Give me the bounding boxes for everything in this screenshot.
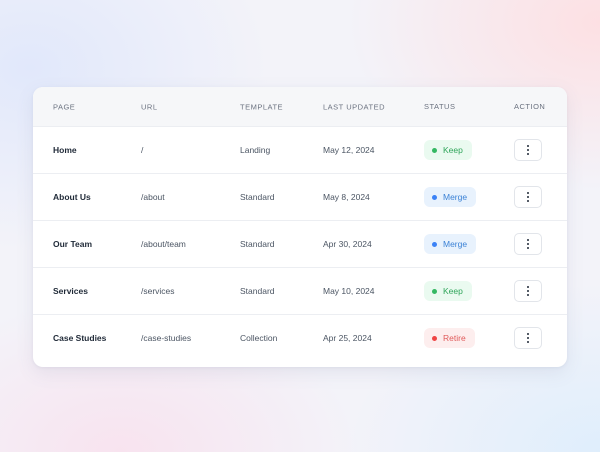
table-row: Our Team /about/team Standard Apr 30, 20… — [33, 220, 567, 267]
status-badge: Retire — [424, 328, 475, 348]
header-template: TEMPLATE — [240, 102, 284, 111]
page-url: /services — [141, 286, 175, 296]
page-url: /about — [141, 192, 165, 202]
status-dot-icon — [432, 288, 437, 294]
page-last-updated: May 12, 2024 — [323, 145, 375, 155]
page-template: Standard — [240, 239, 275, 249]
header-action: ACTION — [514, 102, 546, 111]
page-last-updated: Apr 25, 2024 — [323, 333, 372, 343]
page-url: /case-studies — [141, 333, 192, 343]
status-badge: Merge — [424, 187, 477, 207]
header-url: URL — [141, 102, 158, 111]
table-row: Services /services Standard May 10, 2024… — [33, 267, 567, 314]
status-dot-icon — [432, 335, 437, 341]
status-label: Keep — [443, 286, 463, 296]
page-name: Our Team — [53, 239, 93, 249]
status-label: Merge — [443, 192, 468, 202]
table-header: PAGE URL TEMPLATE LAST UPDATED STATUS AC… — [33, 87, 567, 126]
page-template: Landing — [240, 145, 271, 155]
page-name: Services — [53, 286, 88, 296]
more-vertical-icon — [526, 286, 530, 296]
row-action-button[interactable] — [514, 280, 542, 302]
status-badge: Merge — [424, 234, 477, 254]
page-template: Standard — [240, 286, 275, 296]
pages-table-card: PAGE URL TEMPLATE LAST UPDATED STATUS AC… — [33, 87, 567, 367]
header-last-updated: LAST UPDATED — [323, 102, 385, 111]
page-name: Case Studies — [53, 333, 107, 343]
table-row: Case Studies /case-studies Collection Ap… — [33, 314, 567, 361]
header-page: PAGE — [53, 102, 76, 111]
page-name: About Us — [53, 192, 91, 202]
more-vertical-icon — [526, 145, 530, 155]
header-status: STATUS — [424, 102, 456, 111]
status-dot-icon — [432, 147, 437, 153]
page-last-updated: Apr 30, 2024 — [323, 239, 372, 249]
row-action-button[interactable] — [514, 327, 542, 349]
more-vertical-icon — [526, 239, 530, 249]
page-last-updated: May 8, 2024 — [323, 192, 370, 202]
row-action-button[interactable] — [514, 139, 542, 161]
page-url: / — [141, 145, 144, 155]
page-template: Collection — [240, 333, 278, 343]
row-action-button[interactable] — [514, 233, 542, 255]
status-badge: Keep — [424, 140, 472, 160]
page-template: Standard — [240, 192, 275, 202]
table-row: Home / Landing May 12, 2024 Keep — [33, 126, 567, 173]
row-action-button[interactable] — [514, 186, 542, 208]
status-badge: Keep — [424, 281, 472, 301]
more-vertical-icon — [526, 333, 530, 343]
page-name: Home — [53, 145, 77, 155]
status-dot-icon — [432, 241, 437, 247]
page-url: /about/team — [141, 239, 186, 249]
more-vertical-icon — [526, 192, 530, 202]
status-label: Keep — [443, 145, 463, 155]
status-label: Retire — [443, 333, 466, 343]
table-row: About Us /about Standard May 8, 2024 Mer… — [33, 173, 567, 220]
status-dot-icon — [432, 194, 437, 200]
status-label: Merge — [443, 239, 468, 249]
page-last-updated: May 10, 2024 — [323, 286, 375, 296]
